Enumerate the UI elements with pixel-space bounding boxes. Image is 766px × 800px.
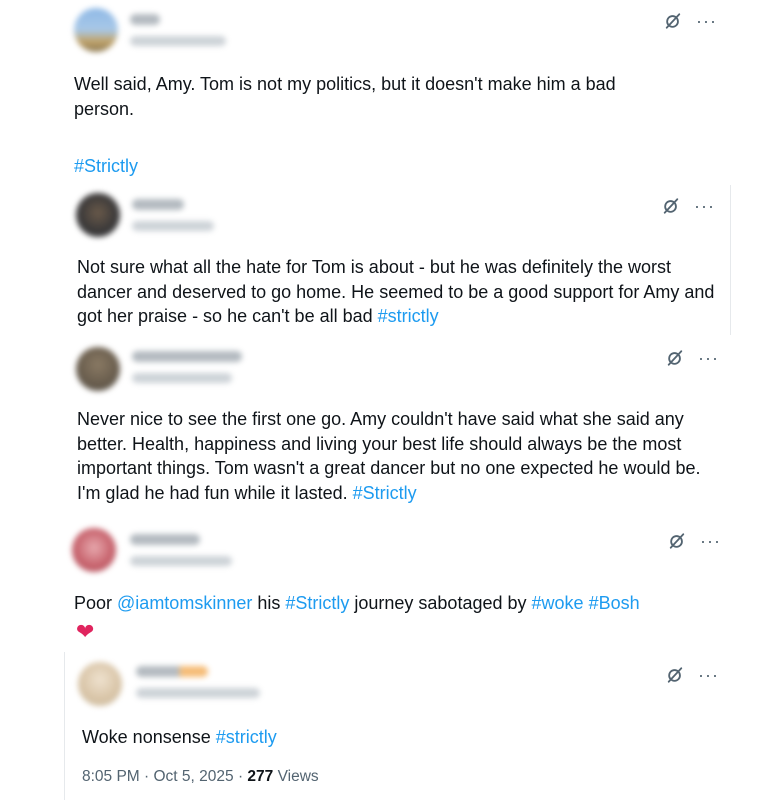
reply-text: Woke nonsense #strictly (82, 725, 682, 750)
reply-text-segment: his (252, 593, 286, 613)
author-name[interactable] (130, 534, 200, 545)
hashtag-link[interactable]: #Bosh (589, 593, 640, 613)
more-dots-icon[interactable]: ··· (698, 666, 719, 684)
reply-1: ··· Well said, Amy. Tom is not my politi… (60, 0, 740, 185)
grok-slash-icon[interactable] (662, 197, 680, 215)
reply-text-segment: Well said, Amy. Tom is not my politics, … (74, 74, 616, 119)
tweet-actions: ··· (662, 197, 715, 215)
avatar[interactable] (74, 8, 118, 52)
tweet-meta: 8:05 PM · Oct 5, 2025 · 277 Views (82, 768, 319, 786)
author-name[interactable] (132, 199, 184, 210)
avatar[interactable] (72, 528, 116, 572)
divider (64, 652, 65, 800)
hashtag-link[interactable]: #strictly (216, 727, 277, 747)
author-handle (130, 556, 232, 566)
reply-text-segment: journey sabotaged by (349, 593, 532, 613)
grok-slash-icon[interactable] (668, 532, 686, 550)
reply-text: Poor @iamtomskinner his #Strictly journe… (74, 591, 734, 616)
heart-emoji: ❤ (76, 619, 95, 644)
grok-slash-icon[interactable] (666, 349, 684, 367)
grok-slash-icon[interactable] (664, 12, 682, 30)
hashtag-link[interactable]: #woke (532, 593, 584, 613)
more-dots-icon[interactable]: ··· (698, 349, 719, 367)
reply-2: ··· Not sure what all the hate for Tom i… (62, 185, 730, 337)
hashtag-link[interactable]: #strictly (378, 306, 439, 326)
author-name[interactable] (132, 351, 242, 362)
more-dots-icon[interactable]: ··· (694, 197, 715, 215)
hashtag-link[interactable]: #Strictly (285, 593, 349, 613)
author-name[interactable] (136, 666, 208, 677)
divider (730, 185, 731, 335)
avatar[interactable] (76, 347, 120, 391)
author-handle (132, 221, 214, 231)
author-handle (136, 688, 260, 698)
tweet-actions: ··· (668, 532, 721, 550)
author-handle (130, 36, 226, 46)
reply-text: Well said, Amy. Tom is not my politics, … (74, 72, 674, 121)
author-name[interactable] (130, 14, 160, 25)
avatar[interactable] (76, 193, 120, 237)
reply-3: ··· Never nice to see the first one go. … (62, 337, 730, 520)
avatar[interactable] (78, 662, 122, 706)
grok-slash-icon[interactable] (666, 666, 684, 684)
tweet-actions: ··· (666, 349, 719, 367)
tweet-actions: ··· (666, 666, 719, 684)
author-handle (132, 373, 232, 383)
hashtag-link[interactable]: #Strictly (353, 483, 417, 503)
reply-text: Never nice to see the first one go. Amy … (77, 407, 727, 505)
more-dots-icon[interactable]: ··· (700, 532, 721, 550)
reply-text-segment: Poor (74, 593, 118, 613)
mention-link[interactable]: @iamtomskinner (117, 593, 252, 613)
views-label: Views (273, 768, 319, 785)
view-count: 277 (247, 768, 274, 785)
reply-text-segment: Woke nonsense (82, 727, 216, 747)
timestamp[interactable]: 8:05 PM · Oct 5, 2025 · (82, 768, 247, 785)
reply-4: ··· Poor @iamtomskinner his #Strictly jo… (58, 520, 738, 650)
reply-text: Not sure what all the hate for Tom is ab… (77, 255, 727, 329)
more-dots-icon[interactable]: ··· (696, 12, 717, 30)
reply-5: ··· Woke nonsense #strictly 8:05 PM · Oc… (64, 650, 730, 800)
tweet-actions: ··· (664, 12, 717, 30)
hashtag-strictly[interactable]: #Strictly (74, 154, 138, 179)
